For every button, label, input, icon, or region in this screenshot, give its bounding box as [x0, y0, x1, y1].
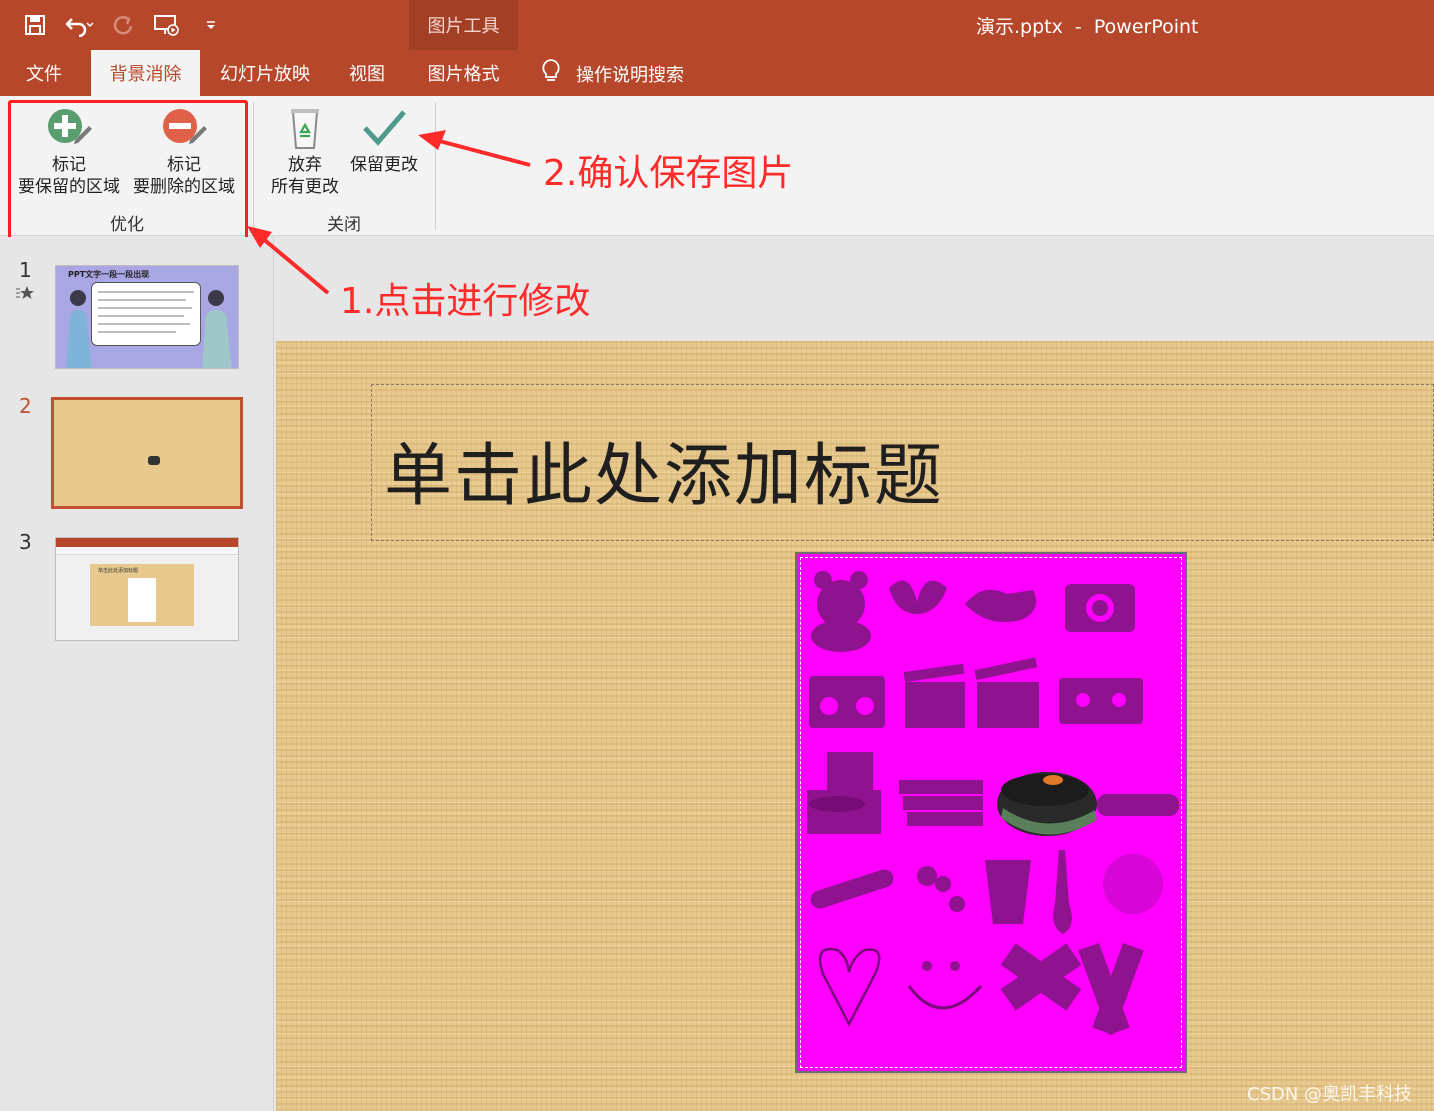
watermark: CSDN @奥凯丰科技: [1247, 1084, 1413, 1105]
annotation-step-1: 1.点击进行修改: [340, 281, 591, 322]
annotation-step-2: 2.确认保存图片: [543, 153, 794, 194]
